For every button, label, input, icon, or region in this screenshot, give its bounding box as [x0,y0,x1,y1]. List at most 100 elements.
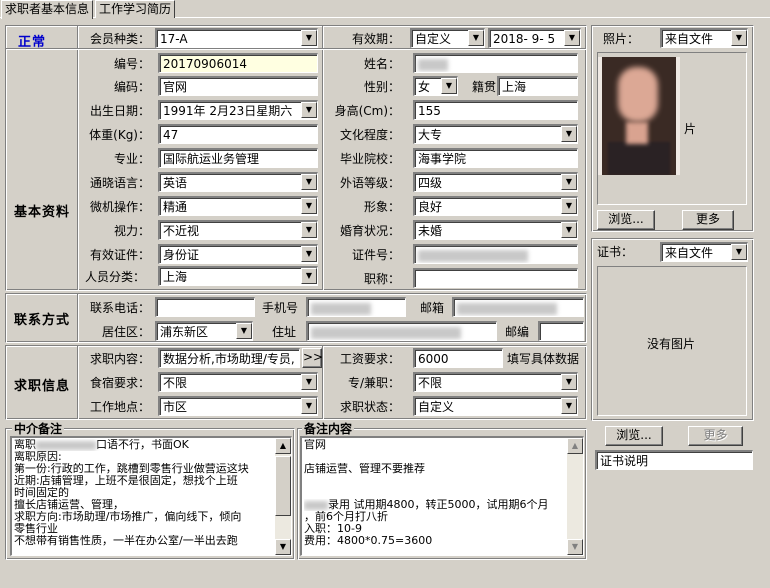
agent-note-textarea[interactable]: 离职 口语不行，书面OK 离职原因: 第一份:行政的工作，跳槽到零售行业做营运这块 近期… [10,436,292,556]
category-label: 人员分类： [84,270,145,284]
job-section-title: 求职信息 [14,379,71,394]
id-type-label: 有效证件： [89,248,150,262]
address-field[interactable] [306,321,497,341]
validity-mode-select[interactable]: 自定义 ▼ [410,28,485,48]
birth-date-picker[interactable]: 1991年 2月23日星期六 ▼ [158,100,318,120]
agent-note-title: 中介备注 [12,422,65,436]
title-label: 职称： [363,272,400,286]
major-field[interactable]: 国际航运业务管理 [158,148,318,168]
phone-field[interactable] [155,297,255,317]
scroll-down-icon[interactable]: ▼ [567,539,583,555]
chevron-down-icon: ▼ [561,398,577,414]
basic-section-title: 基本资料 [14,205,71,220]
memo-line: 店铺运营、管理不要推荐 [304,463,425,475]
member-type-select[interactable]: 17-A ▼ [155,28,318,48]
salary-hint: 填写具体数据 [507,352,580,366]
agent-note-scrollbar[interactable]: ▲ ▼ [275,438,291,555]
gender-select[interactable]: 女 ▼ [413,76,458,96]
job-content-field[interactable]: 数据分析,市场助理/专员, [158,348,300,368]
memo-line: 离职原因: [14,451,62,463]
name-label: 姓名： [363,57,400,71]
weight-field[interactable]: 47 [158,124,318,144]
photo-label: 照片： [603,32,640,46]
board-select[interactable]: 不限 ▼ [158,372,318,392]
certificate-label: 证书： [597,245,634,259]
memo-line: 入职：10-9 [304,523,362,535]
remark-title: 备注内容 [302,422,355,436]
chevron-down-icon: ▼ [731,244,747,260]
memo-line: 零售行业 [14,523,58,535]
photo-browse-button[interactable]: 浏览... [597,210,655,230]
job-content-label: 求职内容： [89,352,150,366]
language-select[interactable]: 英语 ▼ [158,172,318,192]
mobile-label: 手机号 [262,301,299,315]
job-content-more-button[interactable]: >> [302,348,323,368]
memo-line: 不想带有销售性质，一半在办公室/一半出去跑 [14,535,238,547]
vision-label: 视力： [113,224,150,238]
gender-label: 性别： [363,80,400,94]
certificate-note-field[interactable]: 证书说明 [595,450,753,470]
id-type-select[interactable]: 身份证 ▼ [158,244,318,264]
chevron-down-icon: ▼ [301,398,317,414]
chevron-down-icon: ▼ [441,78,457,94]
memo-line [304,475,581,487]
chevron-down-icon: ▼ [561,374,577,390]
validity-date-picker[interactable]: 2018- 9- 5 ▼ [488,28,581,48]
email-field[interactable] [452,297,584,317]
height-field[interactable]: 155 [413,100,578,120]
code-field[interactable]: 官网 [158,76,318,96]
edu-select[interactable]: 大专 ▼ [413,124,578,144]
memo-line [304,487,581,499]
category-select[interactable]: 上海 ▼ [158,266,318,286]
scroll-down-icon[interactable]: ▼ [275,539,291,555]
tab-basic-info[interactable]: 求职者基本信息 [1,0,94,19]
zip-field[interactable] [538,321,584,341]
native-field[interactable]: 上海 [497,76,578,96]
photo-source-select[interactable]: 来自文件 ▼ [660,28,748,48]
chevron-down-icon: ▼ [301,374,317,390]
tab-resume[interactable]: 工作学习简历 [95,0,176,18]
portrait-photo [598,57,680,175]
computer-skill-select[interactable]: 精通 ▼ [158,196,318,216]
memo-line: 近期:店铺管理，上班不是很固定，想找个上班 [14,475,238,487]
school-label: 毕业院校： [339,152,400,166]
native-label: 籍贯 [472,80,497,94]
member-type-label: 会员种类： [90,32,151,46]
chevron-down-icon: ▼ [301,102,317,118]
parttime-select[interactable]: 不限 ▼ [413,372,578,392]
parttime-label: 专/兼职： [347,376,400,390]
chevron-down-icon: ▼ [561,222,577,238]
district-select[interactable]: 浦东新区 ▼ [155,321,253,341]
title-field[interactable] [413,268,578,288]
vision-select[interactable]: 不近视 ▼ [158,220,318,240]
email-label: 邮箱 [420,301,445,315]
scroll-thumb[interactable] [275,456,291,516]
chevron-down-icon: ▼ [561,126,577,142]
job-status-select[interactable]: 自定义 ▼ [413,396,578,416]
salary-field[interactable]: 6000 [413,348,503,368]
photo-more-button[interactable]: 更多 [682,210,734,230]
scroll-up-icon[interactable]: ▲ [567,438,583,454]
serial-field[interactable]: 20170906014 [158,53,318,73]
image-select[interactable]: 良好 ▼ [413,196,578,216]
id-number-field[interactable] [413,244,578,264]
foreign-level-select[interactable]: 四级 ▼ [413,172,578,192]
id-number-label: 证件号： [351,248,400,262]
school-field[interactable]: 海事学院 [413,148,578,168]
chevron-down-icon: ▼ [301,268,317,284]
marital-select[interactable]: 未婚 ▼ [413,220,578,240]
chevron-down-icon: ▼ [561,198,577,214]
district-label: 居住区： [101,325,150,339]
certificate-source-select[interactable]: 来自文件 ▼ [660,242,748,262]
foreign-level-label: 外语等级： [339,176,400,190]
chevron-down-icon: ▼ [301,222,317,238]
contact-section-title: 联系方式 [14,313,71,328]
name-field[interactable] [413,53,578,73]
scroll-up-icon[interactable]: ▲ [275,438,291,454]
workplace-select[interactable]: 市区 ▼ [158,396,318,416]
remark-scrollbar[interactable]: ▲ ▼ [567,438,583,555]
certificate-browse-button[interactable]: 浏览... [605,426,663,446]
memo-line: 录用 试用期4800，转正5000，试用期6个月 [304,499,581,511]
remark-textarea[interactable]: 官网 店铺运营、管理不要推荐 录用 试用期4800，转正5000，试用期6个月 ，前6… [300,436,584,556]
mobile-field[interactable] [306,297,406,317]
